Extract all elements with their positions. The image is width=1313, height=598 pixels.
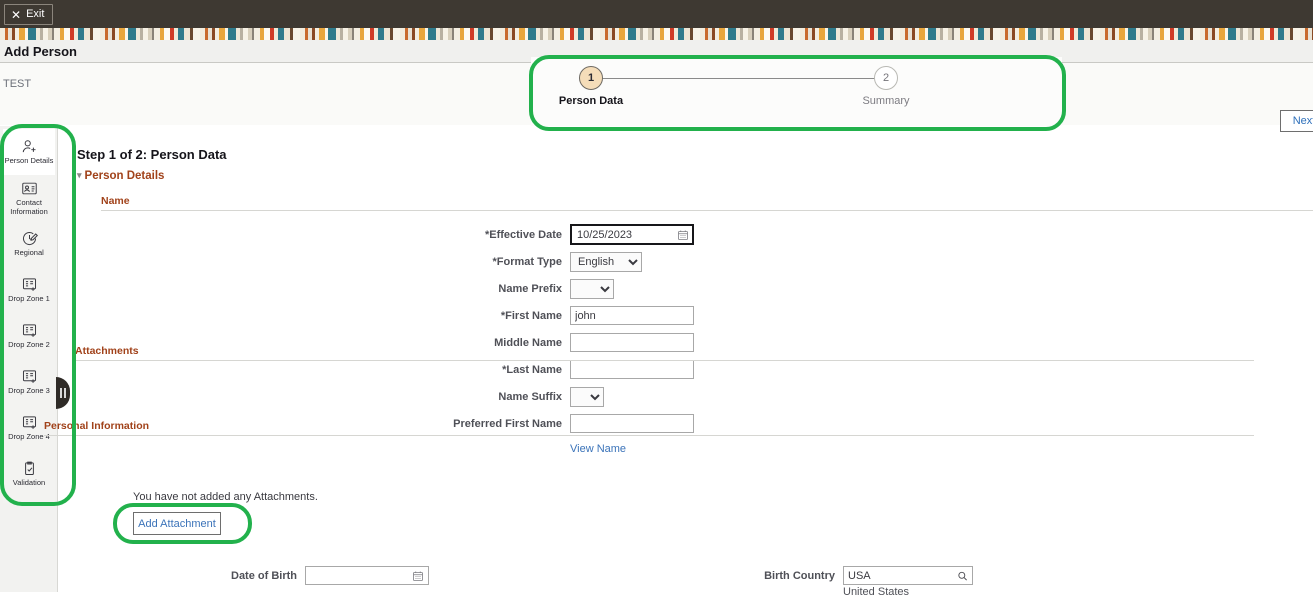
step-2-label: Summary [862, 95, 910, 107]
form-row-format-type: *Format Type English [59, 248, 1313, 275]
format-type-label: *Format Type [492, 255, 562, 268]
birth-country-label: Birth Country [764, 569, 835, 582]
sidebar-item-person-details[interactable]: Person Details [3, 129, 55, 175]
name-prefix-control [570, 278, 614, 299]
last-name-control [570, 360, 694, 379]
subsection-header-personal-information: Personal Information [44, 420, 1254, 436]
sidebar-item-label: Regional [14, 248, 44, 258]
first-name-control [570, 306, 694, 325]
exit-button[interactable]: ✕ Exit [4, 4, 54, 25]
name-suffix-select[interactable] [570, 386, 604, 407]
first-name-field[interactable] [570, 306, 694, 325]
sidebar-item-drop-zone-2[interactable]: Drop Zone 2 [3, 313, 55, 359]
sidebar-panel: Person Details Contact Information Regio… [0, 126, 58, 592]
form-row-date-of-birth: Date of Birth [0, 566, 429, 585]
name-suffix-control [570, 386, 604, 407]
name-prefix-select[interactable] [570, 278, 614, 299]
calendar-icon[interactable] [677, 229, 689, 241]
form-row-name-prefix: Name Prefix [59, 275, 1313, 302]
sidebar-item-label: Validation [12, 478, 46, 488]
pause-bars-icon [64, 388, 66, 398]
format-type-control: English [570, 251, 642, 272]
form-row-name-suffix: Name Suffix [59, 383, 1313, 410]
view-name-control: View Name [570, 443, 626, 455]
name-suffix-label: Name Suffix [498, 390, 562, 403]
add-attachment-button[interactable]: Add Attachment [133, 512, 221, 535]
view-name-link[interactable]: View Name [570, 443, 626, 455]
sidebar-item-validation[interactable]: Validation [3, 451, 55, 497]
search-lookup-icon[interactable] [957, 570, 968, 581]
effective-date-label: *Effective Date [484, 228, 562, 241]
step-1-circle[interactable]: 1 [579, 66, 603, 90]
list-add-icon [21, 368, 38, 385]
sidebar-item-drop-zone-1[interactable]: Drop Zone 1 [3, 267, 55, 313]
next-button[interactable]: Next [1280, 110, 1313, 132]
section-toggle-label: Person Details [84, 170, 165, 182]
last-name-field[interactable] [570, 360, 694, 379]
decorative-banner-strip [0, 28, 1313, 40]
first-name-label: *First Name [500, 309, 562, 322]
banner-pattern [0, 28, 1313, 40]
step-item-person-data[interactable]: 1 Person Data [546, 66, 636, 107]
subsection-header-name: Name [101, 195, 1313, 211]
list-add-icon [21, 414, 38, 431]
attachments-empty-message: You have not added any Attachments. [133, 491, 318, 503]
birth-country-wrapper [843, 566, 973, 585]
context-label: TEST [3, 78, 32, 90]
step-progress-indicator: 1 Person Data 2 Summary [531, 57, 1062, 127]
effective-date-control [570, 224, 694, 245]
step-item-summary[interactable]: 2 Summary [841, 66, 931, 107]
sidebar-item-label: Drop Zone 2 [8, 340, 50, 350]
pause-bars-icon [60, 388, 62, 398]
sidebar-item-regional[interactable]: Regional [3, 221, 55, 267]
birth-country-field[interactable] [843, 566, 973, 585]
section-toggle-person-details[interactable]: ▾ Person Details [77, 169, 165, 183]
sidebar-item-drop-zone-3[interactable]: Drop Zone 3 [3, 359, 55, 405]
page-title: Add Person [4, 43, 77, 59]
birth-country-description: United States [843, 586, 910, 598]
clock-edit-icon [21, 230, 38, 247]
calendar-icon[interactable] [412, 570, 424, 582]
form-row-first-name: *First Name [59, 302, 1313, 329]
date-of-birth-field[interactable] [305, 566, 429, 585]
exit-button-label: Exit [26, 8, 45, 20]
effective-date-wrapper [570, 224, 694, 245]
subsection-header-attachments: Attachments [75, 345, 1254, 361]
last-name-label: *Last Name [502, 363, 562, 376]
form-row-birth-country: Birth Country [730, 566, 973, 585]
date-of-birth-wrapper [305, 566, 429, 585]
list-add-icon [21, 322, 38, 339]
form-row-effective-date: *Effective Date [59, 221, 1313, 248]
chevron-down-icon: ▾ [77, 169, 82, 180]
step-1-label: Person Data [558, 95, 624, 107]
name-prefix-label: Name Prefix [498, 282, 562, 295]
clipboard-check-icon [21, 460, 38, 477]
form-row-view-name: View Name [59, 437, 1313, 461]
person-add-icon [21, 138, 38, 155]
format-type-select[interactable]: English [570, 251, 642, 272]
step-heading: Step 1 of 2: Person Data [77, 147, 227, 162]
date-of-birth-label: Date of Birth [231, 569, 297, 582]
sidebar-item-label: Person Details [4, 156, 54, 166]
close-x-icon: ✕ [11, 7, 22, 22]
effective-date-field[interactable] [570, 224, 694, 245]
step-progress-container: 1 Person Data 2 Summary [531, 57, 1062, 127]
contact-card-icon [21, 180, 38, 197]
sidebar-item-contact-information[interactable]: Contact Information [3, 175, 55, 221]
sidebar-navigation-list: Person Details Contact Information Regio… [3, 129, 55, 503]
step-2-circle[interactable]: 2 [874, 66, 898, 90]
sidebar-item-label: Drop Zone 1 [8, 294, 50, 304]
list-add-icon [21, 276, 38, 293]
sidebar-item-label: Drop Zone 3 [8, 386, 50, 396]
top-navigation-bar: ✕ Exit [0, 0, 1313, 28]
sidebar-item-label: Contact Information [10, 197, 48, 216]
